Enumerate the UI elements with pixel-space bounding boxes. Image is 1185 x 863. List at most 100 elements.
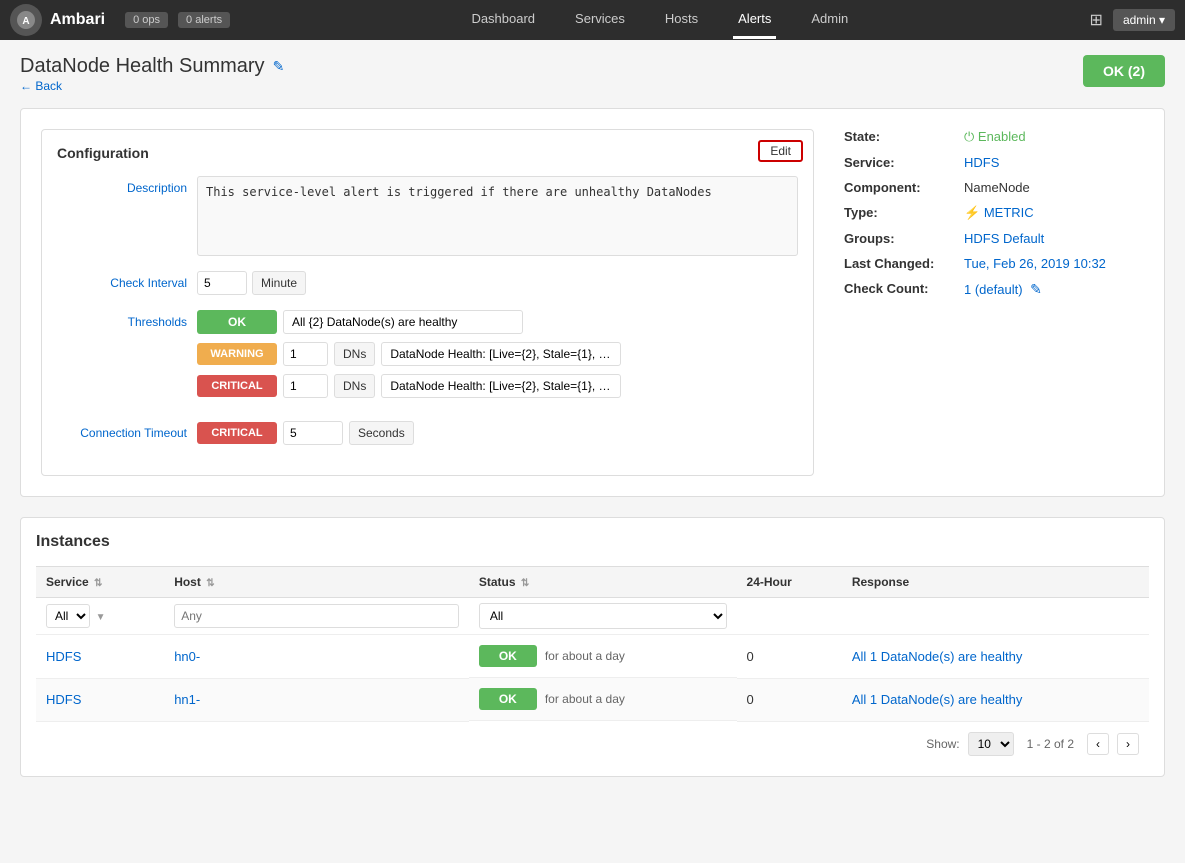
thresholds-label: Thresholds [57, 310, 187, 329]
nav-admin[interactable]: Admin [806, 1, 853, 39]
meta-type-value: ⚡ METRIC [964, 205, 1034, 221]
meta-last-changed-label: Last Changed: [844, 256, 964, 271]
page-title-area: DataNode Health Summary ✎ ← Back [20, 55, 284, 93]
service-link[interactable]: HDFS [46, 649, 81, 664]
instances-title: Instances [36, 533, 1149, 551]
instances-section: Instances Service ⇅ Host ⇅ Status ⇅ [20, 517, 1165, 777]
check-count-edit-icon[interactable]: ✎ [1030, 281, 1042, 297]
topnav-right: ⊞ admin ▾ [1090, 9, 1175, 31]
meta-service-label: Service: [844, 155, 964, 170]
page-info: 1 - 2 of 2 [1027, 737, 1074, 751]
sort-status-icon[interactable]: ⇅ [521, 578, 529, 589]
connection-timeout-label: Connection Timeout [57, 421, 187, 440]
col-24hour: 24-Hour [737, 567, 842, 598]
filter-service-select[interactable]: All [46, 604, 90, 628]
instances-table: Service ⇅ Host ⇅ Status ⇅ 24-Hour [36, 566, 1149, 722]
response-link[interactable]: All 1 DataNode(s) are healthy [852, 692, 1023, 707]
description-row: Description [57, 176, 798, 256]
threshold-ok-row: OK [197, 310, 621, 334]
threshold-warning-btn: WARNING [197, 343, 277, 365]
meta-type-row: Type: ⚡ METRIC [844, 205, 1144, 221]
nav-alerts[interactable]: Alerts [733, 1, 776, 39]
sort-host-icon[interactable]: ⇅ [206, 578, 214, 589]
nav-services[interactable]: Services [570, 1, 630, 39]
ops-badge[interactable]: 0 ops [125, 12, 168, 28]
status-badge: OK [479, 688, 537, 710]
meta-groups-row: Groups: HDFS Default [844, 231, 1144, 246]
pagination-bar: Show: 10 25 50 1 - 2 of 2 ‹ › [36, 722, 1149, 761]
service-link[interactable]: HDFS [46, 692, 81, 707]
meta-component-value: NameNode [964, 180, 1030, 195]
table-row: HDFS hn1- OK for about a day 0 All 1 Dat… [36, 678, 1149, 721]
meta-type-label: Type: [844, 205, 964, 221]
filter-host-input[interactable] [174, 604, 459, 628]
threshold-critical-text[interactable] [381, 374, 621, 398]
meta-groups-value[interactable]: HDFS Default [964, 231, 1044, 246]
ok-button[interactable]: OK (2) [1083, 55, 1165, 87]
check-interval-unit: Minute [252, 271, 306, 295]
edit-button[interactable]: Edit [758, 140, 803, 162]
hours24-cell: 0 [737, 678, 842, 721]
nav-links: Dashboard Services Hosts Alerts Admin [240, 1, 1079, 39]
meta-check-count-row: Check Count: 1 (default) ✎ [844, 281, 1144, 298]
brand-name: Ambari [50, 11, 105, 29]
meta-component-label: Component: [844, 180, 964, 195]
table-filter-row: All ▼ All [36, 598, 1149, 635]
col-response: Response [842, 567, 1149, 598]
meta-check-count-value: 1 (default) ✎ [964, 281, 1042, 298]
instances-tbody: HDFS hn0- OK for about a day 0 All 1 Dat… [36, 635, 1149, 722]
check-interval-input[interactable] [197, 271, 247, 295]
lightning-icon: ⚡ [964, 205, 980, 220]
threshold-critical-btn: CRITICAL [197, 375, 277, 397]
config-title: Configuration [57, 145, 798, 161]
grid-icon[interactable]: ⊞ [1090, 10, 1103, 30]
alerts-badge[interactable]: 0 alerts [178, 12, 230, 28]
sort-service-icon[interactable]: ⇅ [94, 578, 102, 589]
meta-service-value[interactable]: HDFS [964, 155, 999, 170]
meta-groups-label: Groups: [844, 231, 964, 246]
meta-check-count-label: Check Count: [844, 281, 964, 298]
thresholds-inputs: OK WARNING DNs CRITICAL DNs [197, 310, 621, 406]
host-link[interactable]: hn1- [174, 692, 200, 707]
thresholds-row: Thresholds OK WARNING DNs [57, 310, 798, 406]
connection-timeout-badge: CRITICAL [197, 422, 277, 444]
response-link[interactable]: All 1 DataNode(s) are healthy [852, 649, 1023, 664]
col-service: Service ⇅ [36, 567, 164, 598]
threshold-ok-btn: OK [197, 310, 277, 334]
meta-section: State: ⏻ Enabled Service: HDFS Component… [844, 129, 1144, 476]
topnav: A Ambari 0 ops 0 alerts Dashboard Servic… [0, 0, 1185, 40]
title-edit-icon[interactable]: ✎ [273, 58, 285, 75]
threshold-warning-unit: DNs [334, 342, 375, 366]
page-title: DataNode Health Summary [20, 55, 265, 78]
prev-page-button[interactable]: ‹ [1087, 733, 1109, 755]
page-content: DataNode Health Summary ✎ ← Back OK (2) … [0, 40, 1185, 863]
threshold-ok-text[interactable] [283, 310, 523, 334]
threshold-warning-value[interactable] [283, 342, 328, 366]
filter-status-select[interactable]: All [479, 603, 727, 629]
status-badge: OK [479, 645, 537, 667]
user-menu[interactable]: admin ▾ [1113, 9, 1175, 31]
threshold-warning-text[interactable] [381, 342, 621, 366]
nav-dashboard[interactable]: Dashboard [466, 1, 540, 39]
back-link[interactable]: ← Back [20, 79, 62, 93]
meta-component-row: Component: NameNode [844, 180, 1144, 195]
nav-hosts[interactable]: Hosts [660, 1, 703, 39]
description-textarea[interactable] [197, 176, 798, 256]
connection-timeout-inputs: CRITICAL Seconds [197, 421, 414, 445]
threshold-critical-value[interactable] [283, 374, 328, 398]
check-interval-label: Check Interval [57, 271, 187, 290]
status-duration: for about a day [545, 692, 625, 706]
table-row: HDFS hn0- OK for about a day 0 All 1 Dat… [36, 635, 1149, 679]
description-label: Description [57, 176, 187, 195]
connection-timeout-value[interactable] [283, 421, 343, 445]
config-section: Configuration Edit Description Check Int… [41, 129, 814, 476]
threshold-warning-row: WARNING DNs [197, 342, 621, 366]
show-per-page-select[interactable]: 10 25 50 [968, 732, 1014, 756]
threshold-critical-row: CRITICAL DNs [197, 374, 621, 398]
connection-timeout-unit: Seconds [349, 421, 414, 445]
hours24-cell: 0 [737, 635, 842, 679]
host-link[interactable]: hn0- [174, 649, 200, 664]
check-interval-row: Check Interval Minute [57, 271, 798, 295]
check-interval-inputs: Minute [197, 271, 306, 295]
next-page-button[interactable]: › [1117, 733, 1139, 755]
